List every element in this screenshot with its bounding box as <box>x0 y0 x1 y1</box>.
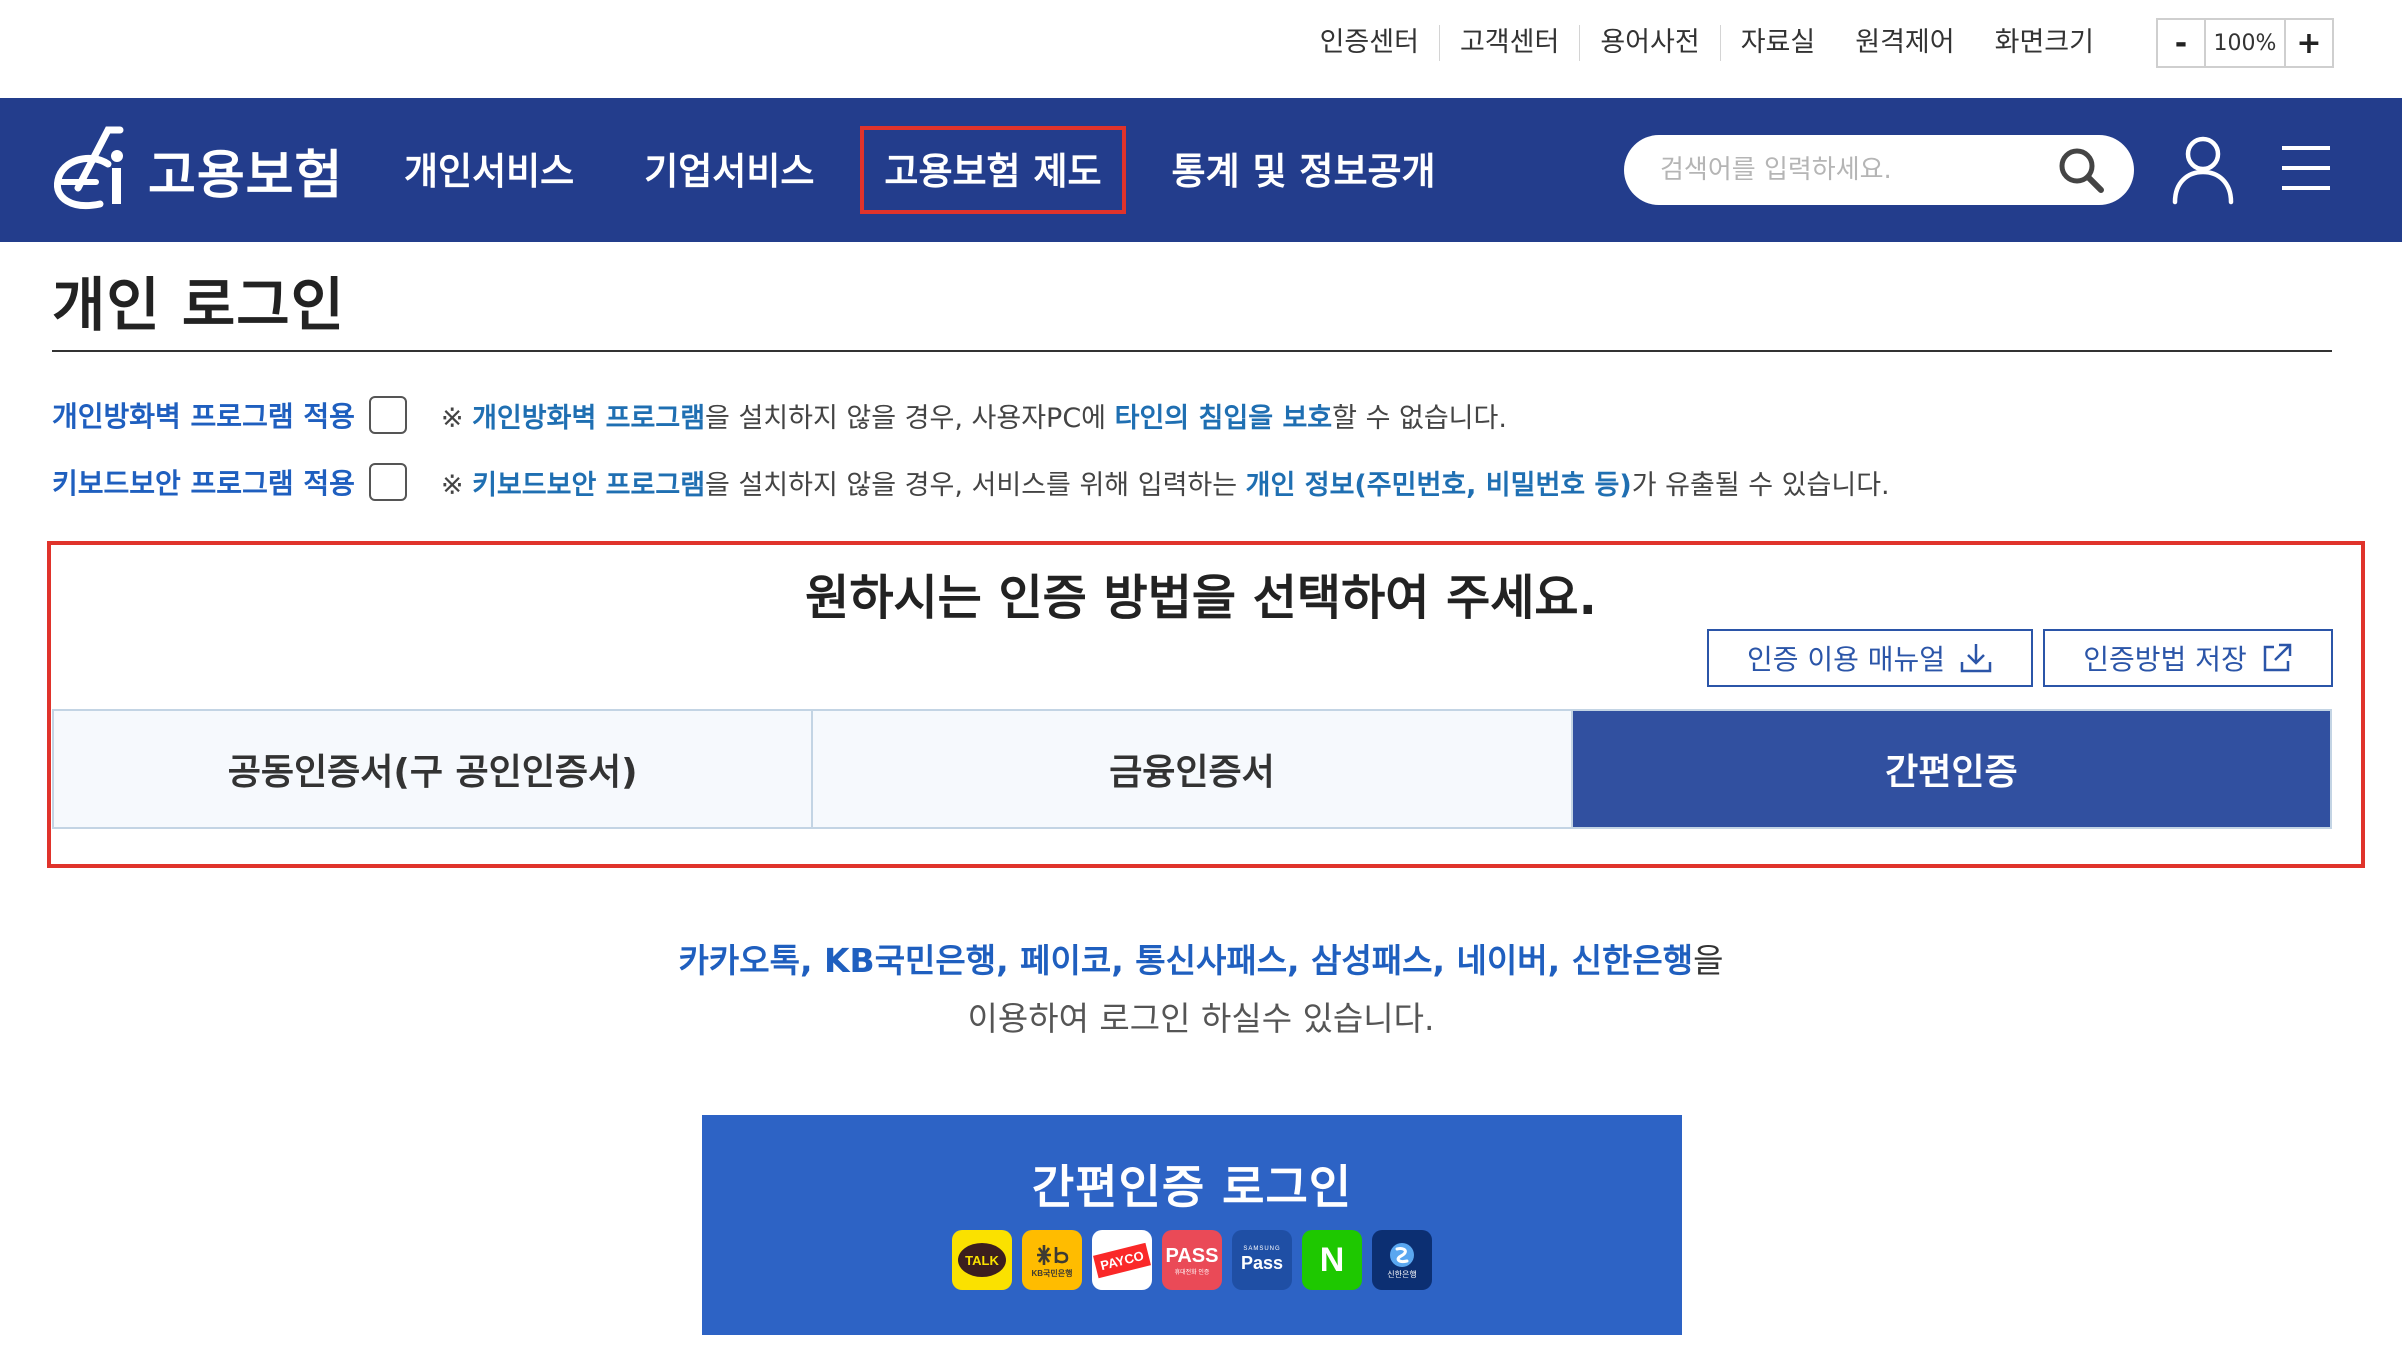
kb-bank-icon: KB국민은행 <box>1022 1230 1082 1290</box>
search-box <box>1624 135 2134 205</box>
site-logo[interactable]: 고용보험 <box>50 120 343 220</box>
utility-links: 인증센터 고객센터 용어사전 자료실 원격제어 화면크기 <box>1300 18 2114 68</box>
user-icon[interactable] <box>2170 134 2236 206</box>
samsung-pass-label: Pass <box>1240 1253 1284 1273</box>
keyboard-note-em2: 개인 정보(주민번호, 비밀번호 등) <box>1245 469 1632 501</box>
firewall-note-prefix: ※ <box>440 402 473 434</box>
zoom-label: 화면크기 <box>1994 27 2094 58</box>
search-input[interactable] <box>1660 135 2040 205</box>
simple-auth-description-line2: 이용하여 로그인 하실수 있습니다. <box>967 999 1435 1038</box>
tab-financial-certificate[interactable]: 금융인증서 <box>811 711 1571 827</box>
hamburger-menu-icon[interactable] <box>2280 142 2332 194</box>
logo-text: 고용보험 <box>148 145 344 206</box>
external-link-icon <box>2263 643 2291 672</box>
keyboard-note-mid: 을 설치하지 않을 경우, 서비스를 위해 입력하는 <box>705 469 1246 501</box>
save-auth-method-button[interactable]: 인증방법 저장 <box>2043 629 2333 687</box>
firewall-note-suffix: 할 수 없습니다. <box>1332 402 1507 434</box>
nav-item-business-service[interactable]: 기업서비스 <box>620 126 838 214</box>
auth-manual-label: 인증 이용 매뉴얼 <box>1746 643 1946 676</box>
simple-auth-login-button[interactable]: 간편인증 로그인 TALK KB국민은행 PAYCO PASS 휴대전화 인증 … <box>702 1115 1682 1335</box>
zoom-value: 100% <box>2204 20 2286 66</box>
ei-logo-icon <box>53 126 124 209</box>
util-link-archive[interactable]: 자료실 <box>1719 25 1836 61</box>
nav-item-statistics[interactable]: 통계 및 정보공개 <box>1148 126 1460 214</box>
naver-icon: N <box>1302 1230 1362 1290</box>
kakaotalk-icon: TALK <box>952 1230 1012 1290</box>
keyboard-note-prefix: ※ <box>440 469 473 501</box>
keyboard-option-row: 키보드보안 프로그램 적용 ※ 키보드보안 프로그램을 설치하지 않을 경우, … <box>52 460 1890 504</box>
keyboard-note: ※ 키보드보안 프로그램을 설치하지 않을 경우, 서비스를 위해 입력하는 개… <box>441 463 1890 502</box>
nav-menu: 개인서비스 기업서비스 고용보험 제도 통계 및 정보공개 <box>380 98 1482 242</box>
main-navbar: 고용보험 개인서비스 기업서비스 고용보험 제도 통계 및 정보공개 <box>0 98 2402 242</box>
keyboard-note-suffix: 가 유출될 수 있습니다. <box>1631 469 1890 501</box>
nav-item-insurance-system[interactable]: 고용보험 제도 <box>860 126 1126 214</box>
samsung-pass-icon: SAMSUNG Pass <box>1232 1230 1292 1290</box>
simple-auth-login-label: 간편인증 로그인 <box>1031 1160 1353 1214</box>
tab-joint-certificate[interactable]: 공동인증서(구 공인인증서) <box>54 711 812 827</box>
tab-simple-auth[interactable]: 간편인증 <box>1570 711 2330 827</box>
shinhan-logo-icon <box>1390 1242 1414 1267</box>
keyboard-checkbox[interactable] <box>368 463 407 501</box>
util-link-cert-center[interactable]: 인증센터 <box>1300 25 1439 61</box>
firewall-option-row: 개인방화벽 프로그램 적용 ※ 개인방화벽 프로그램을 설치하지 않을 경우, … <box>52 393 1507 437</box>
util-link-customer-center[interactable]: 고객센터 <box>1438 25 1579 61</box>
shinhan-bank-icon: 신한은행 <box>1372 1230 1432 1290</box>
kakaotalk-label: TALK <box>958 1243 1006 1277</box>
auth-method-tabs: 공동인증서(구 공인인증서) 금융인증서 간편인증 <box>52 709 2332 829</box>
zoom-out-button[interactable]: - <box>2158 20 2204 66</box>
firewall-checkbox[interactable] <box>368 396 407 434</box>
payco-label: PAYCO <box>1092 1242 1152 1278</box>
kb-bank-label: KB국민은행 <box>1031 1268 1073 1278</box>
util-link-glossary[interactable]: 용어사전 <box>1579 25 1719 61</box>
util-link-remote-control[interactable]: 원격제어 <box>1835 25 1974 61</box>
naver-label: N <box>1319 1240 1345 1279</box>
simple-auth-providers-text: 카카오톡, KB국민은행, 페이코, 통신사패스, 삼성패스, 네이버, 신한은… <box>678 941 1694 980</box>
page-title: 개인 로그인 <box>52 271 345 339</box>
keyboard-option-label[interactable]: 키보드보안 프로그램 적용 <box>52 462 355 502</box>
nav-item-personal-service[interactable]: 개인서비스 <box>380 126 598 214</box>
keyboard-note-em1: 키보드보안 프로그램 <box>472 469 706 501</box>
firewall-option-label[interactable]: 개인방화벽 프로그램 적용 <box>52 395 355 435</box>
provider-icons: TALK KB국민은행 PAYCO PASS 휴대전화 인증 SAMSUNG P… <box>702 1230 1682 1290</box>
auth-method-heading: 원하시는 인증 방법을 선택하여 주세요. <box>805 570 1597 626</box>
download-icon <box>1960 644 1992 673</box>
utility-bar: 인증센터 고객센터 용어사전 자료실 원격제어 화면크기 - 100% + <box>0 0 2402 98</box>
auth-manual-button[interactable]: 인증 이용 매뉴얼 <box>1707 629 2033 687</box>
kb-star-icon <box>1037 1244 1069 1265</box>
firewall-note-em2: 타인의 침입을 보호 <box>1114 402 1333 434</box>
zoom-control: - 100% + <box>2156 18 2334 68</box>
pass-icon: PASS 휴대전화 인증 <box>1162 1230 1222 1290</box>
simple-auth-description-suffix: 을 <box>1693 941 1724 980</box>
simple-auth-description: 카카오톡, KB국민은행, 페이코, 통신사패스, 삼성패스, 네이버, 신한은… <box>0 934 2402 982</box>
payco-icon: PAYCO <box>1092 1230 1152 1290</box>
pass-sub-label: 휴대전화 인증 <box>1174 1269 1210 1276</box>
search-icon[interactable] <box>2056 145 2106 195</box>
save-auth-method-label: 인증방법 저장 <box>2083 643 2247 676</box>
pass-label: PASS <box>1165 1244 1219 1267</box>
shinhan-bank-label: 신한은행 <box>1387 1269 1417 1279</box>
firewall-note-mid: 을 설치하지 않을 경우, 사용자PC에 <box>705 402 1115 434</box>
zoom-in-button[interactable]: + <box>2286 20 2332 66</box>
title-divider <box>52 350 2332 352</box>
firewall-note: ※ 개인방화벽 프로그램을 설치하지 않을 경우, 사용자PC에 타인의 침입을… <box>441 396 1507 435</box>
firewall-note-em1: 개인방화벽 프로그램 <box>472 402 706 434</box>
